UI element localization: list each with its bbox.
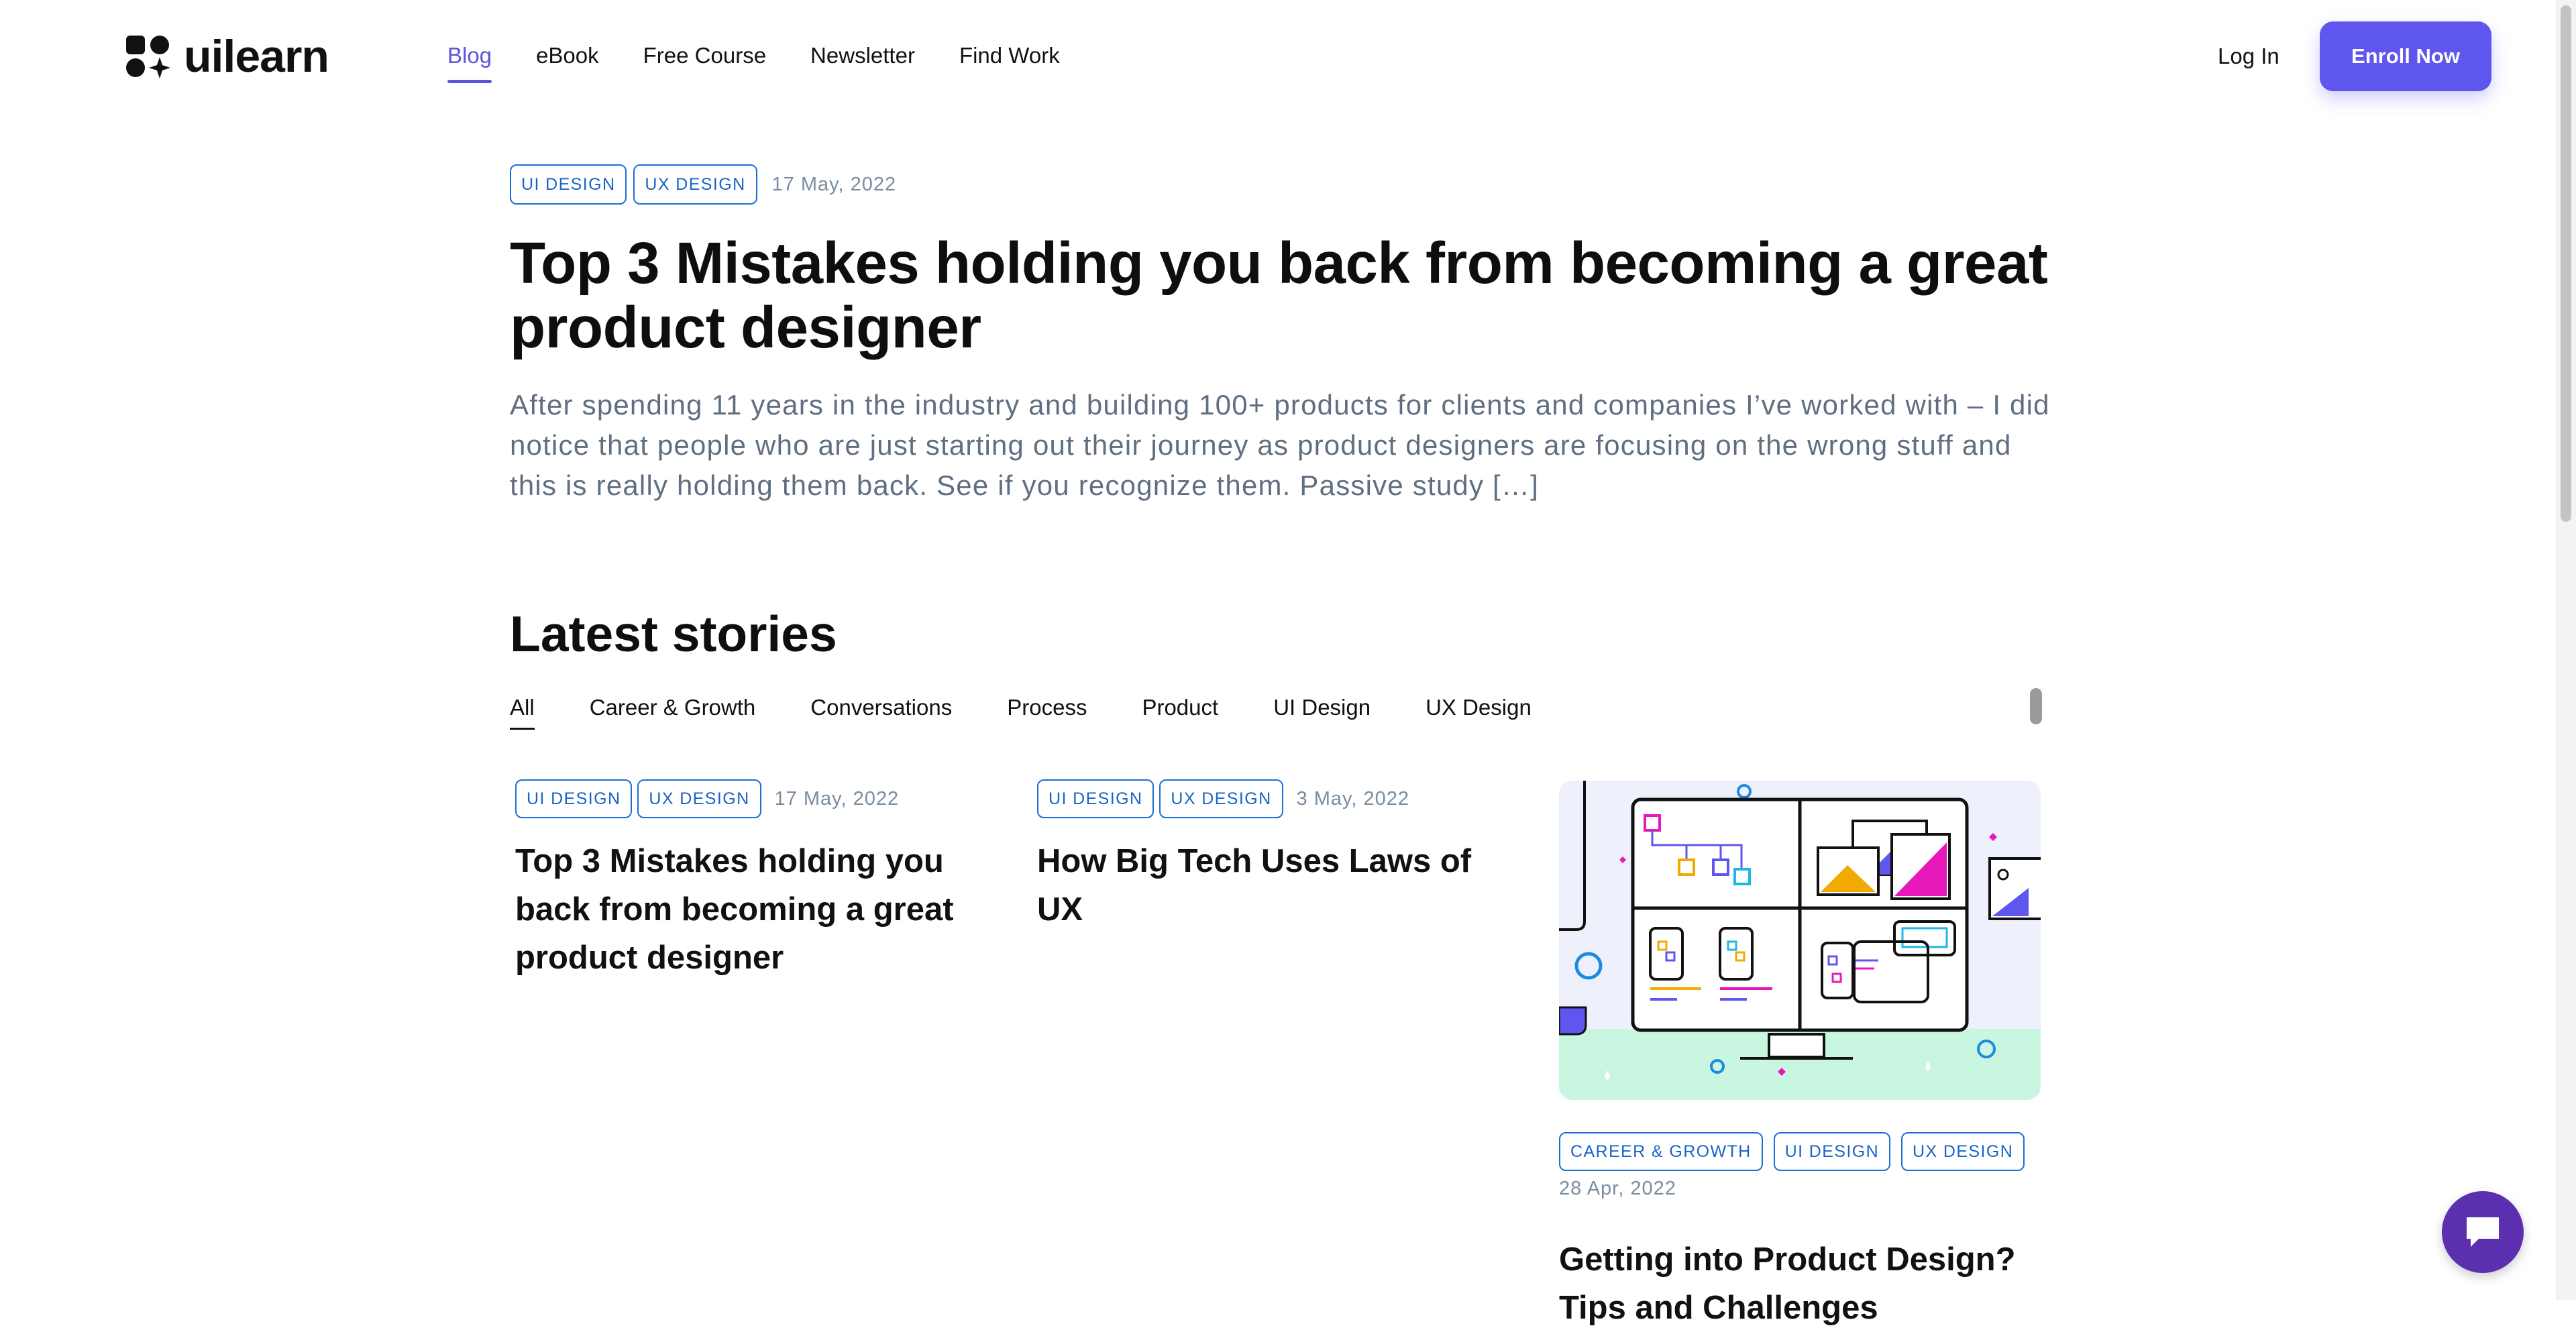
card-1-title[interactable]: Top 3 Mistakes holding you back from bec… — [515, 837, 998, 982]
story-card-2-meta: UI DESIGN UX DESIGN 3 May, 2022 — [1037, 779, 1520, 818]
filter-career-growth[interactable]: Career & Growth — [590, 691, 756, 724]
story-card-1: UI DESIGN UX DESIGN 17 May, 2022 Top 3 M… — [515, 779, 998, 982]
story-card-1-meta: UI DESIGN UX DESIGN 17 May, 2022 — [515, 779, 998, 818]
hero-meta: UI DESIGN UX DESIGN 17 May, 2022 — [510, 164, 896, 205]
category-filters: All Career & Growth Conversations Proces… — [510, 691, 1532, 730]
hero-tag-ui-design[interactable]: UI DESIGN — [510, 164, 627, 205]
card-2-title[interactable]: How Big Tech Uses Laws of UX — [1037, 837, 1520, 934]
main-nav: Blog eBook Free Course Newsletter Find W… — [447, 39, 1060, 83]
card-3-tag-ux-design[interactable]: UX DESIGN — [1901, 1132, 2025, 1171]
card-1-tag-ux-design[interactable]: UX DESIGN — [637, 779, 761, 818]
nav-item-ebook[interactable]: eBook — [536, 39, 599, 72]
card-3-tag-career-growth[interactable]: CAREER & GROWTH — [1559, 1132, 1763, 1171]
filter-conversations[interactable]: Conversations — [810, 691, 952, 724]
story-card-3-image[interactable] — [1559, 781, 2041, 1100]
card-3-tag-ui-design[interactable]: UI DESIGN — [1773, 1132, 1891, 1171]
nav-item-newsletter[interactable]: Newsletter — [810, 39, 915, 72]
filters-scroll-handle[interactable] — [2030, 688, 2042, 724]
filter-process[interactable]: Process — [1007, 691, 1087, 724]
card-2-date: 3 May, 2022 — [1296, 787, 1409, 810]
login-link[interactable]: Log In — [2218, 40, 2279, 72]
monitor-illustration — [1559, 781, 2041, 1100]
filter-ui-design[interactable]: UI Design — [1273, 691, 1371, 724]
card-1-tag-ui-design[interactable]: UI DESIGN — [515, 779, 633, 818]
logo[interactable]: uilearn — [125, 32, 329, 80]
hero-title[interactable]: Top 3 Mistakes holding you back from bec… — [510, 231, 2053, 360]
nav-item-find-work[interactable]: Find Work — [959, 39, 1060, 72]
latest-stories-heading: Latest stories — [510, 606, 837, 662]
card-3-title[interactable]: Getting into Product Design? Tips and Ch… — [1559, 1235, 2041, 1332]
nav-item-blog[interactable]: Blog — [447, 39, 492, 83]
story-card-2: UI DESIGN UX DESIGN 3 May, 2022 How Big … — [1037, 779, 1520, 934]
nav-item-free-course[interactable]: Free Course — [643, 39, 766, 72]
chat-bubble-icon — [2467, 1217, 2499, 1247]
hero-date: 17 May, 2022 — [771, 173, 897, 195]
card-3-date: 28 Apr, 2022 — [1559, 1178, 1676, 1199]
page-scrollbar-thumb[interactable] — [2561, 5, 2571, 522]
chat-launcher-button[interactable] — [2442, 1191, 2524, 1273]
hero-tag-ux-design[interactable]: UX DESIGN — [633, 164, 757, 205]
card-1-date: 17 May, 2022 — [774, 787, 900, 810]
card-2-tag-ux-design[interactable]: UX DESIGN — [1159, 779, 1283, 818]
story-card-3-meta: CAREER & GROWTH UI DESIGN UX DESIGN — [1559, 1132, 2025, 1171]
brand-name: uilearn — [184, 31, 329, 82]
hero-excerpt: After spending 11 years in the industry … — [510, 389, 2050, 501]
uilearn-logo-icon — [126, 36, 170, 78]
card-2-tag-ui-design[interactable]: UI DESIGN — [1037, 779, 1155, 818]
filter-ux-design[interactable]: UX Design — [1426, 691, 1532, 724]
filter-all[interactable]: All — [510, 691, 535, 730]
enroll-now-button[interactable]: Enroll Now — [2320, 21, 2491, 91]
filter-product[interactable]: Product — [1142, 691, 1218, 724]
